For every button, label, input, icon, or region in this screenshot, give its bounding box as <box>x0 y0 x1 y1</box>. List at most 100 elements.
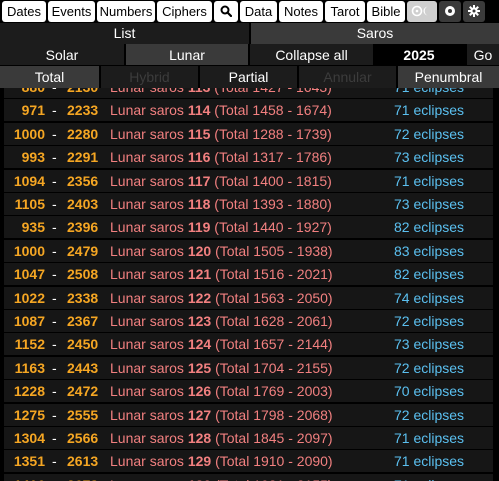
saros-label-text: Lunar saros <box>110 383 188 400</box>
saros-row[interactable]: 1000-2479 Lunar saros 120 (Total 1505 - 1… <box>4 239 493 262</box>
lunar-button[interactable]: Lunar <box>126 44 248 66</box>
saros-number: 119 <box>187 219 211 236</box>
saros-label: Lunar saros 120 (Total 1505 - 1938) <box>110 240 333 262</box>
dash: - <box>52 242 57 259</box>
eclipse-icon <box>411 5 428 17</box>
collapse-all-button[interactable]: Collapse all <box>250 44 373 66</box>
saros-row[interactable]: 1304-2566 Lunar saros 128 (Total 1845 - 2… <box>4 427 493 449</box>
saros-number: 124 <box>187 336 212 353</box>
eclipse-count: 82 eclipses <box>394 219 465 236</box>
tab-dates[interactable]: Dates <box>2 1 46 22</box>
saros-end-year: 2508 <box>67 266 99 283</box>
filter-total[interactable]: Total <box>0 66 99 88</box>
saros-row[interactable]: 1152-2450 Lunar saros 124 (Total 1657 - 2… <box>4 333 493 356</box>
saros-total-range: (Total 1440 - 1927) <box>210 219 332 236</box>
saros-start-year: 1022 <box>13 289 45 306</box>
tab-tarot[interactable]: Tarot <box>325 1 365 22</box>
tab-extra[interactable] <box>439 1 461 22</box>
saros-end-year: 2479 <box>67 242 99 259</box>
filter-annular[interactable]: Annular <box>299 66 396 88</box>
year-input[interactable]: 2025 <box>373 44 465 66</box>
saros-end-year: 2130 <box>67 88 103 98</box>
saros-row[interactable]: 971-2233 Lunar saros 114 (Total 1458 - 16… <box>4 99 493 122</box>
saros-total-range: (Total 1769 - 2003) <box>211 383 333 400</box>
eclipse-count: 72 eclipses <box>394 125 465 142</box>
dash: - <box>52 172 57 189</box>
eclipse-count: 71 eclipses <box>394 102 465 119</box>
saros-label: Lunar saros 115 (Total 1288 - 1739) <box>110 123 332 145</box>
eclipse-count: 71 eclipses <box>394 453 465 470</box>
eclipse-count: 70 eclipses <box>394 383 465 400</box>
eclipse-count: 71 eclipses <box>394 430 465 446</box>
list-view-button[interactable]: List <box>0 23 249 44</box>
saros-label: Lunar saros 113 (Total 1427 - 1643) <box>110 88 332 98</box>
saros-end-year: 2443 <box>67 359 99 376</box>
saros-end-year: 2396 <box>67 219 99 236</box>
saros-label: Lunar saros 123 (Total 1628 - 2061) <box>110 310 333 332</box>
saros-row[interactable]: 1275-2555 Lunar saros 127 (Total 1798 - 2… <box>4 403 493 426</box>
saros-row[interactable]: 1022-2338 Lunar saros 122 (Total 1563 - 2… <box>4 286 493 309</box>
tab-notes[interactable]: Notes <box>279 1 323 22</box>
dash: - <box>52 453 57 470</box>
saros-label: Lunar saros 130 (Total 1921 - 2155) <box>110 474 333 481</box>
saros-label: Lunar saros 116 (Total 1317 - 1786) <box>110 146 332 168</box>
saros-row[interactable]: 1000-2280 Lunar saros 115 (Total 1288 - 1… <box>4 122 493 145</box>
saros-row[interactable]: 993-2291 Lunar saros 116 (Total 1317 - 17… <box>4 146 493 169</box>
saros-end-year: 2472 <box>67 383 99 400</box>
saros-label-text: Lunar saros <box>110 289 188 306</box>
saros-label-text: Lunar saros <box>110 196 188 212</box>
saros-row[interactable]: 1105-2403 Lunar saros 118 (Total 1393 - 1… <box>4 193 493 215</box>
saros-row[interactable]: 1416- 2678 Lunar saros 130 (Total 1921 - 2… <box>4 473 493 481</box>
eclipse-count: 73 eclipses <box>394 336 465 353</box>
filter-hybrid[interactable]: Hybrid <box>101 66 198 88</box>
control-row: Solar Lunar Collapse all 2025 Go <box>0 44 499 66</box>
saros-row[interactable]: 935-2396 Lunar saros 119 (Total 1440 - 19… <box>4 216 493 239</box>
saros-start-year: 935 <box>21 219 45 236</box>
saros-label: Lunar saros 114 (Total 1458 - 1674) <box>110 99 332 121</box>
saros-number: 127 <box>187 406 212 423</box>
saros-start-year: 1351 <box>13 453 45 470</box>
saros-number: 128 <box>187 430 212 446</box>
scrollbar[interactable] <box>495 88 499 481</box>
saros-number: 130 <box>188 477 211 481</box>
saros-label-text: Lunar saros <box>110 313 188 329</box>
saros-label: Lunar saros 127 (Total 1798 - 2068) <box>110 404 333 426</box>
saros-total-range: (Total 1921 - 2155) <box>211 477 333 481</box>
solar-button[interactable]: Solar <box>0 44 124 66</box>
eclipse-count: 71 eclipses <box>394 88 464 98</box>
saros-row[interactable]: 1228-2472 Lunar saros 126 (Total 1769 - 2… <box>4 380 493 403</box>
saros-row[interactable]: 1087-2367 Lunar saros 123 (Total 1628 - 2… <box>4 310 493 332</box>
saros-label: Lunar saros 126 (Total 1769 - 2003) <box>110 380 333 402</box>
tab-bible[interactable]: Bible <box>367 1 405 22</box>
tab-numbers[interactable]: Numbers <box>97 1 155 22</box>
saros-row[interactable]: 1094-2356 Lunar saros 117 (Total 1400 - 1… <box>4 169 493 192</box>
saros-label-text: Lunar saros <box>110 102 188 119</box>
saros-row[interactable]: 1047-2508 Lunar saros 121 (Total 1516 - 2… <box>4 263 493 286</box>
saros-view-button[interactable]: Saros <box>251 23 499 44</box>
dash: - <box>52 336 57 353</box>
saros-row[interactable]: 1351-2613 Lunar saros 129 (Total 1910 - 2… <box>4 450 493 473</box>
saros-end-year: 2403 <box>67 196 99 212</box>
filter-penumbral[interactable]: Penumbral <box>398 66 499 88</box>
saros-label-text: Lunar saros <box>110 359 188 376</box>
tab-ciphers[interactable]: Ciphers <box>157 1 212 22</box>
gear-icon <box>468 5 480 17</box>
saros-label: Lunar saros 122 (Total 1563 - 2050) <box>110 287 333 309</box>
saros-label-text: Lunar saros <box>110 453 188 470</box>
saros-start-year: 1152 <box>14 336 45 353</box>
tab-settings[interactable] <box>463 1 485 22</box>
tab-eclipses[interactable] <box>407 1 437 22</box>
saros-row[interactable]: 880-2130 Lunar saros 113 (Total 1427 - 16… <box>4 88 493 98</box>
saros-label-text: Lunar saros <box>110 219 188 236</box>
saros-row[interactable]: 1163-2443 Lunar saros 125 (Total 1704 - 2… <box>4 356 493 379</box>
view-switch: List Saros <box>0 23 499 44</box>
eclipse-count: 82 eclipses <box>394 266 465 283</box>
go-button[interactable]: Go <box>467 44 499 66</box>
filter-partial[interactable]: Partial <box>200 66 297 88</box>
tab-data[interactable]: Data <box>240 1 277 22</box>
saros-number: 129 <box>187 453 212 470</box>
tab-search[interactable] <box>214 1 238 22</box>
saros-label: Lunar saros 129 (Total 1910 - 2090) <box>110 450 333 472</box>
dash: - <box>52 219 57 236</box>
tab-events[interactable]: Events <box>48 1 95 22</box>
